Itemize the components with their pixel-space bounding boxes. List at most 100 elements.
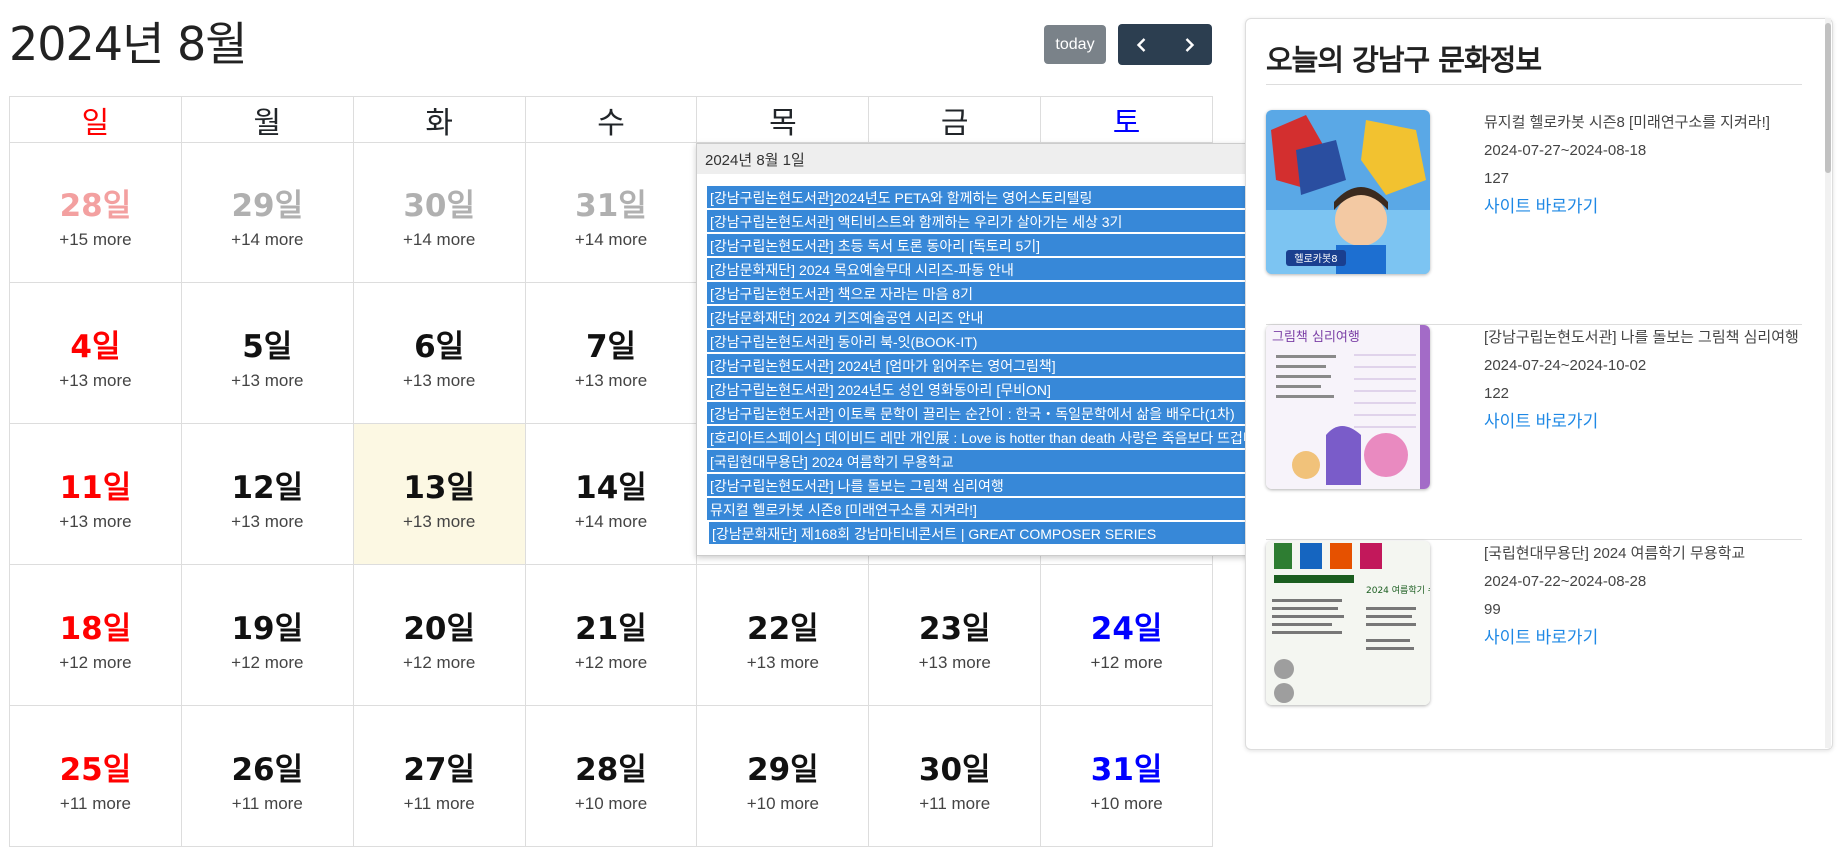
day-cell[interactable]: 18일 +12 more [10, 565, 182, 705]
more-events-link[interactable]: +11 more [182, 794, 353, 814]
event-item[interactable]: [강남구립논현도서관] 이토록 문학이 끌리는 순간이 : 한국・독일문학에서 … [707, 402, 1266, 424]
day-number[interactable]: 23일 [869, 603, 1040, 648]
event-item[interactable]: [강남문화재단] 제168회 강남마티네콘서트 | GREAT COMPOSER… [709, 522, 1264, 544]
day-cell[interactable]: 23일 +13 more [869, 565, 1042, 705]
more-events-link[interactable]: +10 more [526, 794, 697, 814]
day-number[interactable]: 28일 [526, 744, 697, 789]
day-cell[interactable]: 11일 +13 more [10, 424, 182, 564]
day-cell[interactable]: 14일 +14 more [526, 424, 698, 564]
more-events-link[interactable]: +10 more [697, 794, 868, 814]
more-events-link[interactable]: +13 more [697, 653, 868, 673]
event-item[interactable]: [강남구립논현도서관] 액티비스트와 함께하는 우리가 살아가는 세상 3기 [707, 210, 1266, 232]
day-cell[interactable]: 13일 +13 more [353, 424, 526, 564]
day-number[interactable]: 29일 [697, 744, 868, 789]
event-item[interactable]: [강남구립논현도서관]2024년도 PETA와 함께하는 영어스토리텔링 [707, 186, 1266, 208]
day-cell[interactable]: 29일 +10 more [697, 706, 870, 846]
day-number[interactable]: 29일 [182, 180, 353, 225]
prev-month-button[interactable] [1118, 24, 1165, 65]
more-events-link[interactable]: +13 more [354, 512, 525, 532]
event-item[interactable]: [강남문화재단] 2024 키즈예술공연 시리즈 안내 [707, 306, 1266, 328]
day-number[interactable]: 25일 [10, 744, 181, 789]
poster-thumbnail[interactable]: 그림책 심리여행 [1266, 325, 1430, 489]
event-item[interactable]: [강남구립논현도서관] 2024년 [엄마가 읽어주는 영어그림책] [707, 354, 1266, 376]
day-cell[interactable]: 21일 +12 more [526, 565, 698, 705]
more-events-link[interactable]: +13 more [869, 653, 1040, 673]
more-events-link[interactable]: +12 more [354, 653, 525, 673]
event-item[interactable]: [강남구립논현도서관] 초등 독서 토론 동아리 [독토리 5기] [707, 234, 1266, 256]
event-item[interactable]: 뮤지컬 헬로카봇 시즌8 [미래연구소를 지켜라!] [707, 498, 1266, 520]
day-cell[interactable]: 22일 +13 more [697, 565, 870, 705]
day-cell[interactable]: 28일 +15 more [10, 142, 182, 282]
day-number[interactable]: 22일 [697, 603, 868, 648]
more-events-link[interactable]: +11 more [869, 794, 1040, 814]
more-events-link[interactable]: +14 more [182, 230, 353, 250]
day-number[interactable]: 31일 [526, 180, 697, 225]
day-cell[interactable]: 4일 +13 more [10, 283, 182, 423]
day-number[interactable]: 6일 [354, 321, 525, 366]
more-events-link[interactable]: +13 more [10, 512, 181, 532]
more-events-link[interactable]: +12 more [526, 653, 697, 673]
day-number[interactable]: 7일 [526, 321, 697, 366]
next-month-button[interactable] [1165, 24, 1212, 65]
more-events-link[interactable]: +12 more [182, 653, 353, 673]
day-number[interactable]: 30일 [354, 180, 525, 225]
event-item[interactable]: [강남구립논현도서관] 나를 돌보는 그림책 심리여행 [707, 474, 1266, 496]
event-item[interactable]: [강남구립논현도서관] 책으로 자라는 마음 8기 [707, 282, 1266, 304]
day-cell[interactable]: 12일 +13 more [182, 424, 354, 564]
day-number[interactable]: 21일 [526, 603, 697, 648]
more-events-link[interactable]: +13 more [10, 371, 181, 391]
today-button[interactable]: today [1044, 25, 1106, 64]
more-events-link[interactable]: +11 more [10, 794, 181, 814]
more-events-link[interactable]: +13 more [182, 512, 353, 532]
more-events-link[interactable]: +12 more [10, 653, 181, 673]
poster-thumbnail[interactable]: 헬로카봇8 [1266, 110, 1430, 274]
day-cell[interactable]: 7일 +13 more [526, 283, 698, 423]
day-number[interactable]: 5일 [182, 321, 353, 366]
event-item[interactable]: [강남구립논현도서관] 2024년도 성인 영화동아리 [무비ON] [707, 378, 1266, 400]
day-number[interactable]: 27일 [354, 744, 525, 789]
day-number[interactable]: 24일 [1041, 603, 1212, 648]
day-cell[interactable]: 5일 +13 more [182, 283, 354, 423]
site-link[interactable]: 사이트 바로가기 [1484, 196, 1802, 218]
more-events-link[interactable]: +14 more [526, 230, 697, 250]
day-number[interactable]: 13일 [354, 462, 525, 507]
more-events-link[interactable]: +14 more [354, 230, 525, 250]
day-cell[interactable]: 6일 +13 more [354, 283, 526, 423]
day-number[interactable]: 18일 [10, 603, 181, 648]
event-item[interactable]: [국립현대무용단] 2024 여름학기 무용학교 [707, 450, 1266, 472]
panel-scrollbar[interactable] [1825, 18, 1831, 748]
more-events-link[interactable]: +13 more [526, 371, 697, 391]
more-events-link[interactable]: +10 more [1041, 794, 1212, 814]
day-number[interactable]: 4일 [10, 321, 181, 366]
day-cell[interactable]: 30일 +11 more [869, 706, 1042, 846]
day-cell[interactable]: 20일 +12 more [354, 565, 526, 705]
more-events-link[interactable]: +15 more [10, 230, 181, 250]
day-number[interactable]: 19일 [182, 603, 353, 648]
day-number[interactable]: 31일 [1041, 744, 1212, 789]
day-cell[interactable]: 29일 +14 more [182, 142, 354, 282]
event-item[interactable]: [강남문화재단] 2024 목요예술무대 시리즈-파동 안내 [707, 258, 1266, 280]
more-events-link[interactable]: +11 more [354, 794, 525, 814]
more-events-link[interactable]: +13 more [354, 371, 525, 391]
day-cell[interactable]: 28일 +10 more [526, 706, 698, 846]
day-number[interactable]: 11일 [10, 462, 181, 507]
more-events-link[interactable]: +14 more [526, 512, 697, 532]
day-cell[interactable]: 31일 +14 more [526, 142, 698, 282]
poster-thumbnail[interactable]: 2024 여름학기 수강생 모집 [1266, 541, 1430, 705]
day-cell[interactable]: 27일 +11 more [354, 706, 526, 846]
day-cell[interactable]: 31일 +10 more [1041, 706, 1214, 846]
event-item[interactable]: [호리아트스페이스] 데이비드 레만 개인展 : Love is hotter … [707, 426, 1266, 448]
event-item[interactable]: [강남구립논현도서관] 동아리 북-잇(BOOK-IT) [707, 330, 1266, 352]
day-number[interactable]: 30일 [869, 744, 1040, 789]
day-cell[interactable]: 25일 +11 more [10, 706, 182, 846]
day-cell[interactable]: 19일 +12 more [182, 565, 354, 705]
site-link[interactable]: 사이트 바로가기 [1484, 627, 1802, 649]
day-cell[interactable]: 30일 +14 more [354, 142, 526, 282]
scrollbar-thumb[interactable] [1825, 23, 1831, 173]
day-number[interactable]: 20일 [354, 603, 525, 648]
day-number[interactable]: 28일 [10, 180, 181, 225]
day-number[interactable]: 26일 [182, 744, 353, 789]
day-number[interactable]: 14일 [526, 462, 697, 507]
more-events-link[interactable]: +12 more [1041, 653, 1212, 673]
site-link[interactable]: 사이트 바로가기 [1484, 411, 1802, 433]
